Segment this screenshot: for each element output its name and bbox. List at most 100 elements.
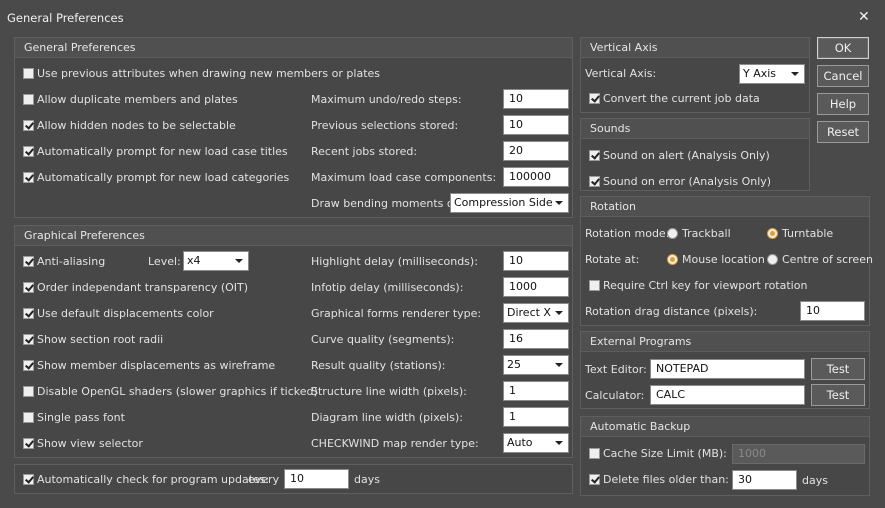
- reset-button[interactable]: Reset: [817, 121, 869, 143]
- rotation-drag-label: Rotation drag distance (pixels):: [585, 305, 758, 318]
- automatic-backup-header: Automatic Backup: [581, 417, 869, 437]
- sounds-header: Sounds: [581, 119, 809, 139]
- field-label: Maximum undo/redo steps:: [311, 93, 462, 106]
- rotation-mode-trackball-label: Trackball: [682, 227, 731, 240]
- field-label: Infotip delay (milliseconds):: [311, 281, 464, 294]
- option-checkbox[interactable]: [23, 282, 34, 293]
- close-icon[interactable]: ✕: [858, 9, 870, 25]
- updates-panel: Automatically check for program updates:…: [14, 464, 573, 494]
- sound-alert-checkbox[interactable]: [589, 150, 600, 161]
- require-ctrl-checkbox[interactable]: [589, 280, 600, 291]
- option-checkbox[interactable]: [23, 334, 34, 345]
- vertical-axis-label: Vertical Axis:: [585, 67, 657, 80]
- graphical-preferences-title: Graphical Preferences: [24, 229, 145, 242]
- field-select-value: Direct X: [507, 306, 551, 319]
- rotation-mode-label: Rotation mode:: [585, 227, 670, 240]
- bending-moments-label: Draw bending moments on:: [311, 197, 465, 210]
- antialias-level-select[interactable]: x4: [183, 251, 249, 271]
- option-label: Disable OpenGL shaders (slower graphics …: [37, 385, 318, 398]
- chevron-down-icon: [555, 311, 563, 315]
- field-label: Curve quality (segments):: [311, 333, 455, 346]
- rotation-title: Rotation: [590, 200, 637, 213]
- field-label: Graphical forms renderer type:: [311, 307, 482, 320]
- rotate-at-mouse-radio[interactable]: [667, 254, 678, 265]
- bending-moments-select[interactable]: Compression Side: [450, 193, 569, 213]
- field-input[interactable]: 1: [503, 407, 569, 427]
- option-checkbox[interactable]: [23, 256, 34, 267]
- updates-days-unit: days: [354, 473, 380, 486]
- option-checkbox[interactable]: [23, 360, 34, 371]
- option-label: Show member displacements as wireframe: [37, 359, 276, 372]
- delete-old-input[interactable]: 30: [732, 470, 797, 490]
- rotate-at-centre-radio[interactable]: [767, 254, 778, 265]
- field-input[interactable]: 10: [503, 115, 569, 135]
- vertical-axis-title: Vertical Axis: [590, 41, 658, 54]
- option-label: Use default displacements color: [37, 307, 214, 320]
- cancel-button[interactable]: Cancel: [817, 65, 869, 87]
- chevron-down-icon: [555, 201, 563, 205]
- sound-error-checkbox[interactable]: [589, 176, 600, 187]
- option-label: Anti-aliasing: [37, 255, 106, 268]
- vertical-axis-select[interactable]: Y Axis: [739, 64, 805, 84]
- text-editor-input[interactable]: NOTEPAD: [650, 359, 805, 379]
- sounds-panel: Sounds Sound on alert (Analysis Only) So…: [580, 118, 810, 191]
- rotation-header: Rotation: [581, 197, 869, 217]
- option-checkbox[interactable]: [23, 68, 34, 79]
- ok-button[interactable]: OK: [817, 37, 869, 59]
- bending-moments-value: Compression Side: [454, 196, 553, 209]
- sound-error-label: Sound on error (Analysis Only): [603, 175, 772, 188]
- chevron-down-icon: [555, 441, 563, 445]
- cache-limit-input[interactable]: 1000: [732, 444, 865, 464]
- external-programs-header: External Programs: [581, 332, 869, 352]
- text-editor-label: Text Editor:: [585, 363, 647, 376]
- option-checkbox[interactable]: [23, 308, 34, 319]
- option-checkbox[interactable]: [23, 120, 34, 131]
- rotation-drag-input[interactable]: 10: [800, 301, 865, 321]
- general-preferences-panel: General Preferences Use previous attribu…: [14, 37, 573, 218]
- delete-old-label: Delete files older than:: [603, 473, 729, 486]
- updates-label: Automatically check for program updates:: [37, 473, 270, 486]
- cache-limit-checkbox[interactable]: [589, 448, 600, 459]
- field-label: Structure line width (pixels):: [311, 385, 467, 398]
- option-checkbox[interactable]: [23, 94, 34, 105]
- rotate-at-centre-label: Centre of screen: [782, 253, 873, 266]
- option-checkbox[interactable]: [23, 412, 34, 423]
- option-checkbox[interactable]: [23, 438, 34, 449]
- rotation-mode-turntable-label: Turntable: [782, 227, 834, 240]
- general-preferences-title: General Preferences: [24, 41, 136, 54]
- updates-checkbox[interactable]: [23, 474, 34, 485]
- delete-old-checkbox[interactable]: [589, 474, 600, 485]
- field-input[interactable]: 16: [503, 329, 569, 349]
- level-label: Level:: [148, 255, 181, 268]
- rotation-mode-trackball-radio[interactable]: [667, 228, 678, 239]
- field-input[interactable]: 10: [503, 251, 569, 271]
- field-input[interactable]: 1: [503, 381, 569, 401]
- option-label: Show view selector: [37, 437, 143, 450]
- delete-old-unit: days: [802, 474, 828, 487]
- option-checkbox[interactable]: [23, 146, 34, 157]
- field-input[interactable]: 100000: [503, 167, 569, 187]
- rotation-mode-turntable-radio[interactable]: [767, 228, 778, 239]
- cache-limit-label: Cache Size Limit (MB):: [603, 447, 727, 460]
- field-input[interactable]: 10: [503, 89, 569, 109]
- field-input[interactable]: 1000: [503, 277, 569, 297]
- updates-days-input[interactable]: 10: [284, 469, 349, 489]
- chevron-down-icon: [555, 363, 563, 367]
- test-calculator-button[interactable]: Test: [811, 384, 865, 406]
- field-label: Recent jobs stored:: [311, 145, 418, 158]
- convert-job-checkbox[interactable]: [589, 93, 600, 104]
- field-input[interactable]: 20: [503, 141, 569, 161]
- option-label: Automatically prompt for new load case t…: [37, 145, 288, 158]
- field-select[interactable]: Auto: [503, 433, 569, 453]
- test-editor-button[interactable]: Test: [811, 358, 865, 380]
- field-select[interactable]: 25: [503, 355, 569, 375]
- field-label: Highlight delay (milliseconds):: [311, 255, 478, 268]
- vertical-axis-header: Vertical Axis: [581, 38, 809, 58]
- field-select[interactable]: Direct X: [503, 303, 569, 323]
- automatic-backup-panel: Automatic Backup Cache Size Limit (MB): …: [580, 416, 870, 496]
- calculator-input[interactable]: CALC: [650, 385, 805, 405]
- option-checkbox[interactable]: [23, 386, 34, 397]
- antialias-level-value: x4: [187, 254, 201, 267]
- help-button[interactable]: Help: [817, 93, 869, 115]
- option-checkbox[interactable]: [23, 172, 34, 183]
